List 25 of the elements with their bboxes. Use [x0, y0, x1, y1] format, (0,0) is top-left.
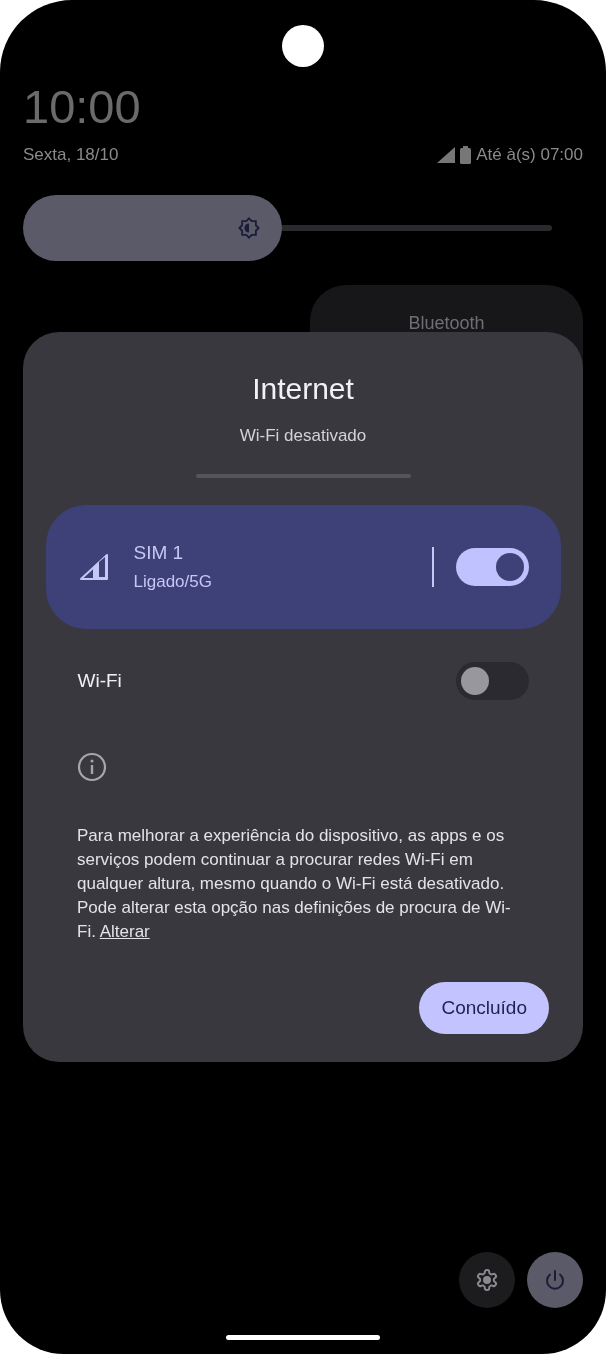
dialog-subtitle: Wi-Fi desativado [239, 426, 367, 446]
clock: 10:00 [23, 79, 142, 135]
done-button[interactable]: Concluído [419, 982, 549, 1034]
toggle-switch[interactable] [455, 662, 529, 700]
dialog-title: Internet [252, 372, 354, 406]
brightness-icon [238, 217, 261, 239]
sim-network-card[interactable]: SIM 1 Ligado/5G [45, 505, 561, 629]
power-icon [543, 1268, 567, 1292]
wifi-label: Wi-Fi [77, 670, 122, 692]
info-icon [77, 752, 107, 782]
settings-button[interactable] [459, 1252, 515, 1308]
signal-icon [437, 147, 456, 163]
battery-icon [460, 146, 472, 164]
info-paragraph: Para melhorar a experiência do dispositivo, as apps e os serviços podem continuar a procurar redes Wi-Fi em qualquer altura, mesmo quando o Wi-Fi está desativado. Pode alterar esta opção nas definições de procura de Wi-Fi. Alterar [77, 825, 512, 943]
signal-icon [79, 554, 108, 580]
date-text: Sexta, 18/10 [23, 145, 119, 165]
alarm-text: Até à(s) 07:00 [476, 145, 583, 165]
toggle-switch[interactable] [455, 548, 529, 586]
settings-icon [475, 1268, 499, 1292]
brightness-slider[interactable] [23, 195, 552, 261]
power-button[interactable] [527, 1252, 583, 1308]
change-link[interactable]: Alterar [99, 922, 150, 941]
network-name: SIM 1 [133, 542, 185, 564]
network-status: Ligado/5G [133, 572, 213, 592]
camera-hole [282, 25, 324, 67]
